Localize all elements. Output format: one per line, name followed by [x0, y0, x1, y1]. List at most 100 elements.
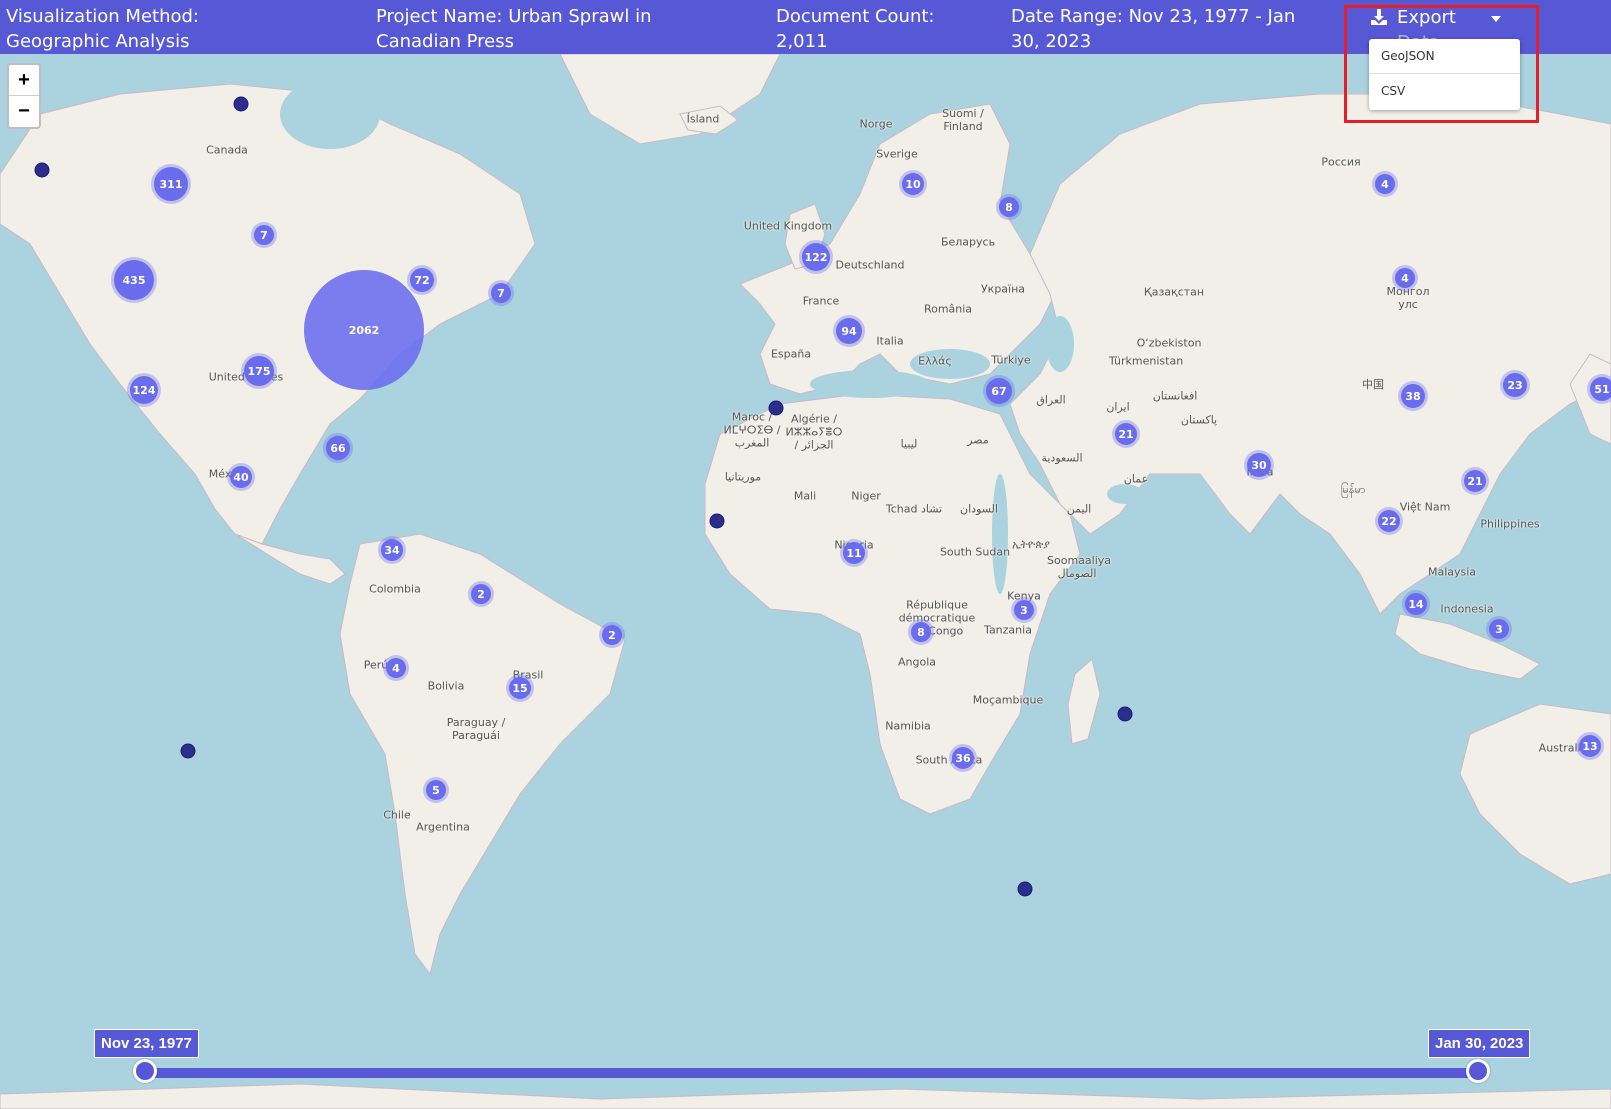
export-label: Export: [1397, 7, 1456, 28]
place-label: Colombia: [369, 582, 421, 596]
download-icon: [1371, 9, 1387, 25]
map-cluster[interactable]: 7: [491, 283, 511, 303]
map-cluster[interactable]: 7: [254, 225, 274, 245]
zoom-out-button[interactable]: −: [9, 96, 39, 126]
place-label: France: [802, 294, 840, 308]
map-cluster[interactable]: 3: [1489, 619, 1509, 639]
place-label: Tanzania: [984, 623, 1032, 637]
map-cluster[interactable]: 122: [802, 243, 830, 271]
place-label: Україна: [980, 282, 1026, 296]
map-point[interactable]: [233, 96, 249, 112]
place-label: Maroc / ⵍⵎⵖⵔⵉⴱ / المغرب: [723, 410, 781, 450]
project-name: Project Name: Urban Sprawl in Canadian P…: [376, 6, 652, 52]
map-cluster[interactable]: 23: [1503, 373, 1527, 397]
place-label: Tchad تشاد: [885, 502, 943, 516]
map-point[interactable]: [709, 513, 725, 529]
place-label: Argentina: [416, 820, 470, 834]
place-label: မြန်မာ: [1340, 483, 1366, 496]
map-cluster[interactable]: 8: [911, 622, 931, 642]
place-label: Việt Nam: [1399, 500, 1451, 514]
map-cluster[interactable]: 34: [381, 539, 403, 561]
place-label: ليبيا: [900, 437, 918, 451]
map-cluster[interactable]: 8: [999, 197, 1019, 217]
place-label: افغانستان: [1152, 389, 1198, 403]
date-range: Date Range: Nov 23, 1977 - Jan 30, 2023: [1011, 6, 1296, 52]
map-point[interactable]: [180, 743, 196, 759]
map-cluster[interactable]: 2: [471, 584, 491, 604]
place-label: ኢትዮጵያ: [1012, 538, 1050, 551]
map-cluster[interactable]: 21: [1464, 470, 1486, 492]
place-label: Suomi / Finland: [942, 107, 984, 133]
map-cluster[interactable]: 10: [902, 173, 924, 195]
date-range-slider[interactable]: [145, 1068, 1479, 1078]
place-label: Sverige: [876, 147, 918, 161]
place-label: Paraguay / Paraguái: [446, 716, 506, 742]
place-label: Perú: [363, 658, 389, 672]
map-cluster[interactable]: 15: [509, 677, 531, 699]
place-label: السعودية: [1041, 451, 1083, 465]
export-geojson-option[interactable]: GeoJSON: [1369, 39, 1520, 74]
map-cluster[interactable]: 4: [386, 658, 406, 678]
place-label: Ísland: [686, 112, 720, 126]
place-label: اليمن: [1066, 502, 1092, 516]
map-cluster[interactable]: 435: [114, 260, 154, 300]
slider-start-label: Nov 23, 1977: [94, 1029, 199, 1058]
place-label: United Kingdom: [743, 219, 833, 233]
map-point[interactable]: [768, 400, 784, 416]
map-cluster[interactable]: 175: [244, 356, 274, 386]
slider-end-handle[interactable]: [1466, 1059, 1490, 1083]
slider-start-handle[interactable]: [133, 1059, 157, 1083]
world-map[interactable]: Canada United States México Colombia Per…: [0, 54, 1611, 1109]
map-cluster[interactable]: 94: [836, 318, 862, 344]
map-point[interactable]: [1117, 706, 1133, 722]
map-cluster[interactable]: 66: [326, 436, 350, 460]
place-label: Монгол улс: [1386, 285, 1430, 311]
place-label: السودان: [960, 502, 998, 516]
map-cluster[interactable]: 3: [1014, 600, 1034, 620]
place-label: Беларусь: [940, 235, 996, 249]
map-cluster[interactable]: 2: [602, 625, 622, 645]
map-cluster[interactable]: 36: [952, 747, 974, 769]
export-data-button[interactable]: Export Data: [1370, 4, 1510, 53]
map-point[interactable]: [1017, 881, 1033, 897]
place-label: ایران: [1106, 400, 1130, 414]
place-label: Deutschland: [835, 258, 905, 272]
place-label: République démocratique du Congo: [898, 598, 976, 638]
map-cluster[interactable]: 13: [1579, 735, 1601, 757]
place-label: 中国: [1362, 378, 1384, 391]
map-cluster[interactable]: 21: [1115, 423, 1137, 445]
place-label: Algérie / ⵍⵣⵣⴰⵢⴻⵔ / الجزائر: [785, 412, 843, 452]
map-cluster[interactable]: 5: [426, 780, 446, 800]
export-csv-option[interactable]: CSV: [1369, 74, 1520, 108]
place-label: España: [770, 347, 812, 361]
map-cluster[interactable]: 22: [1378, 510, 1400, 532]
document-count: Document Count: 2,011: [776, 6, 935, 52]
map-cluster[interactable]: 4: [1395, 268, 1415, 288]
place-label: Soomaaliya الصومال: [1047, 554, 1112, 580]
map-cluster[interactable]: 311: [154, 167, 188, 201]
map-cluster[interactable]: 14: [1405, 593, 1427, 615]
place-label: Canada: [206, 143, 248, 157]
place-label: Bolivia: [427, 679, 465, 693]
place-label: Moçambique: [972, 693, 1044, 707]
place-label: O‘zbekiston: [1136, 336, 1202, 350]
place-label: Chile: [383, 808, 411, 822]
zoom-control: + −: [7, 63, 41, 129]
place-label: Philippines: [1480, 517, 1540, 531]
map-cluster[interactable]: 72: [410, 268, 434, 292]
map-cluster-large[interactable]: 2062: [304, 270, 424, 390]
map-cluster[interactable]: 4: [1375, 174, 1395, 194]
map-cluster[interactable]: 67: [986, 378, 1012, 404]
map-cluster[interactable]: 51: [1590, 377, 1611, 401]
map-cluster[interactable]: 40: [230, 466, 252, 488]
zoom-in-button[interactable]: +: [9, 65, 39, 96]
map-cluster[interactable]: 30: [1247, 453, 1271, 477]
map-cluster[interactable]: 38: [1401, 384, 1425, 408]
map-cluster[interactable]: 11: [843, 542, 865, 564]
map-cluster[interactable]: 124: [130, 376, 158, 404]
place-label: عمان: [1123, 472, 1149, 486]
visualization-method: Visualization Method: Geographic Analysi…: [6, 6, 199, 52]
place-label: Malaysia: [1427, 565, 1477, 579]
map-point[interactable]: [34, 162, 50, 178]
place-label: Türkiye: [991, 353, 1031, 367]
